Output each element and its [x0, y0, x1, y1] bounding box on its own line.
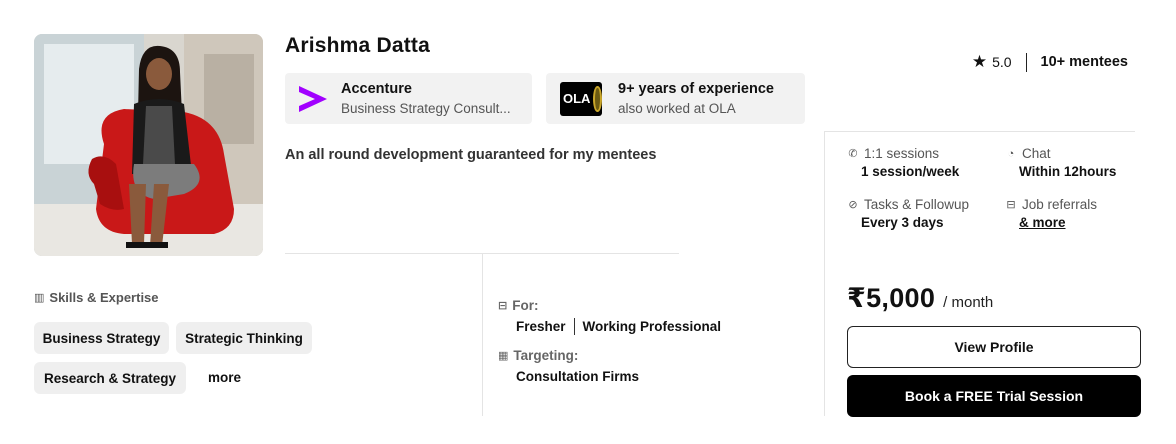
rating-score: 5.0	[992, 54, 1012, 70]
sessions-value: 1 session/week	[861, 164, 960, 179]
for-divider	[573, 318, 575, 335]
tasks-value: Every 3 days	[861, 215, 944, 230]
star-icon: ★	[971, 52, 988, 71]
referrals-label: Job referrals	[1022, 197, 1098, 212]
tasks-label: Tasks & Followup	[864, 197, 970, 212]
experience-also: also worked at OLA	[618, 101, 736, 116]
company-role: Business Strategy Consult...	[341, 101, 511, 116]
targeting-value: Consultation Firms	[516, 369, 640, 384]
for-title: ⊟ For:	[498, 298, 538, 313]
feature-tasks: ⊘ Tasks & Followup Every 3 days	[847, 197, 969, 230]
skills-title-text: Skills & Expertise	[49, 290, 159, 305]
price-block: ₹5,000 / month	[847, 283, 993, 314]
sessions-label: 1:1 sessions	[864, 146, 940, 161]
targeting-title: ▦ Targeting:	[498, 348, 578, 363]
company-card: Accenture Business Strategy Consult...	[285, 73, 532, 124]
view-profile-button[interactable]: View Profile	[847, 326, 1141, 368]
accenture-logo-icon	[285, 81, 341, 117]
ola-crest-icon	[593, 85, 602, 112]
referrals-more-link[interactable]: & more	[1005, 215, 1097, 230]
book-trial-button[interactable]: Book a FREE Trial Session	[847, 375, 1141, 417]
check-circle-icon: ⊘	[848, 199, 858, 211]
ola-logo-icon: OLA	[546, 81, 602, 117]
divider	[482, 253, 483, 416]
chat-label: Chat	[1022, 146, 1051, 161]
ola-logo-text: OLA	[563, 91, 591, 106]
books-icon: ▥	[34, 292, 45, 304]
experience-years: 9+ years of experience	[618, 81, 774, 97]
feature-chat: ◔ Chat Within 12hours	[1005, 146, 1117, 179]
building-icon: ▦	[498, 350, 509, 362]
phone-icon: ✆	[848, 148, 858, 160]
for-fresher: Fresher	[516, 319, 566, 334]
briefcase-icon: ⊟	[1006, 199, 1016, 211]
skills-more-link[interactable]: more	[208, 370, 241, 385]
for-values: Fresher Working Professional	[516, 318, 721, 335]
mentor-photo	[34, 34, 263, 256]
chat-value: Within 12hours	[1019, 164, 1117, 179]
experience-card: OLA 9+ years of experience also worked a…	[546, 73, 805, 124]
briefcase-icon: ⊟	[498, 300, 508, 312]
skill-chip[interactable]: Business Strategy	[34, 322, 169, 354]
feature-referrals: ⊟ Job referrals & more	[1005, 197, 1097, 230]
mentor-name: Arishma Datta	[285, 34, 430, 57]
feature-sessions: ✆ 1:1 sessions 1 session/week	[847, 146, 959, 179]
divider	[824, 131, 825, 416]
rating-divider	[1025, 52, 1027, 72]
company-name: Accenture	[341, 81, 412, 97]
chat-icon: ◔	[1007, 147, 1015, 160]
price-period: / month	[943, 294, 994, 311]
skill-chip[interactable]: Research & Strategy	[34, 362, 186, 394]
rating-block: ★ 5.0 10+ mentees	[972, 52, 1128, 72]
mentor-tagline: An all round development guaranteed for …	[285, 147, 657, 163]
price-amount: ₹5,000	[847, 283, 936, 313]
skills-title: ▥ Skills & Expertise	[34, 290, 159, 305]
mentees-count: 10+ mentees	[1040, 54, 1128, 70]
for-title-text: For:	[512, 298, 539, 313]
for-working-professional: Working Professional	[582, 319, 722, 334]
skill-chip[interactable]: Strategic Thinking	[176, 322, 312, 354]
divider	[825, 131, 1135, 132]
targeting-title-text: Targeting:	[513, 348, 579, 363]
